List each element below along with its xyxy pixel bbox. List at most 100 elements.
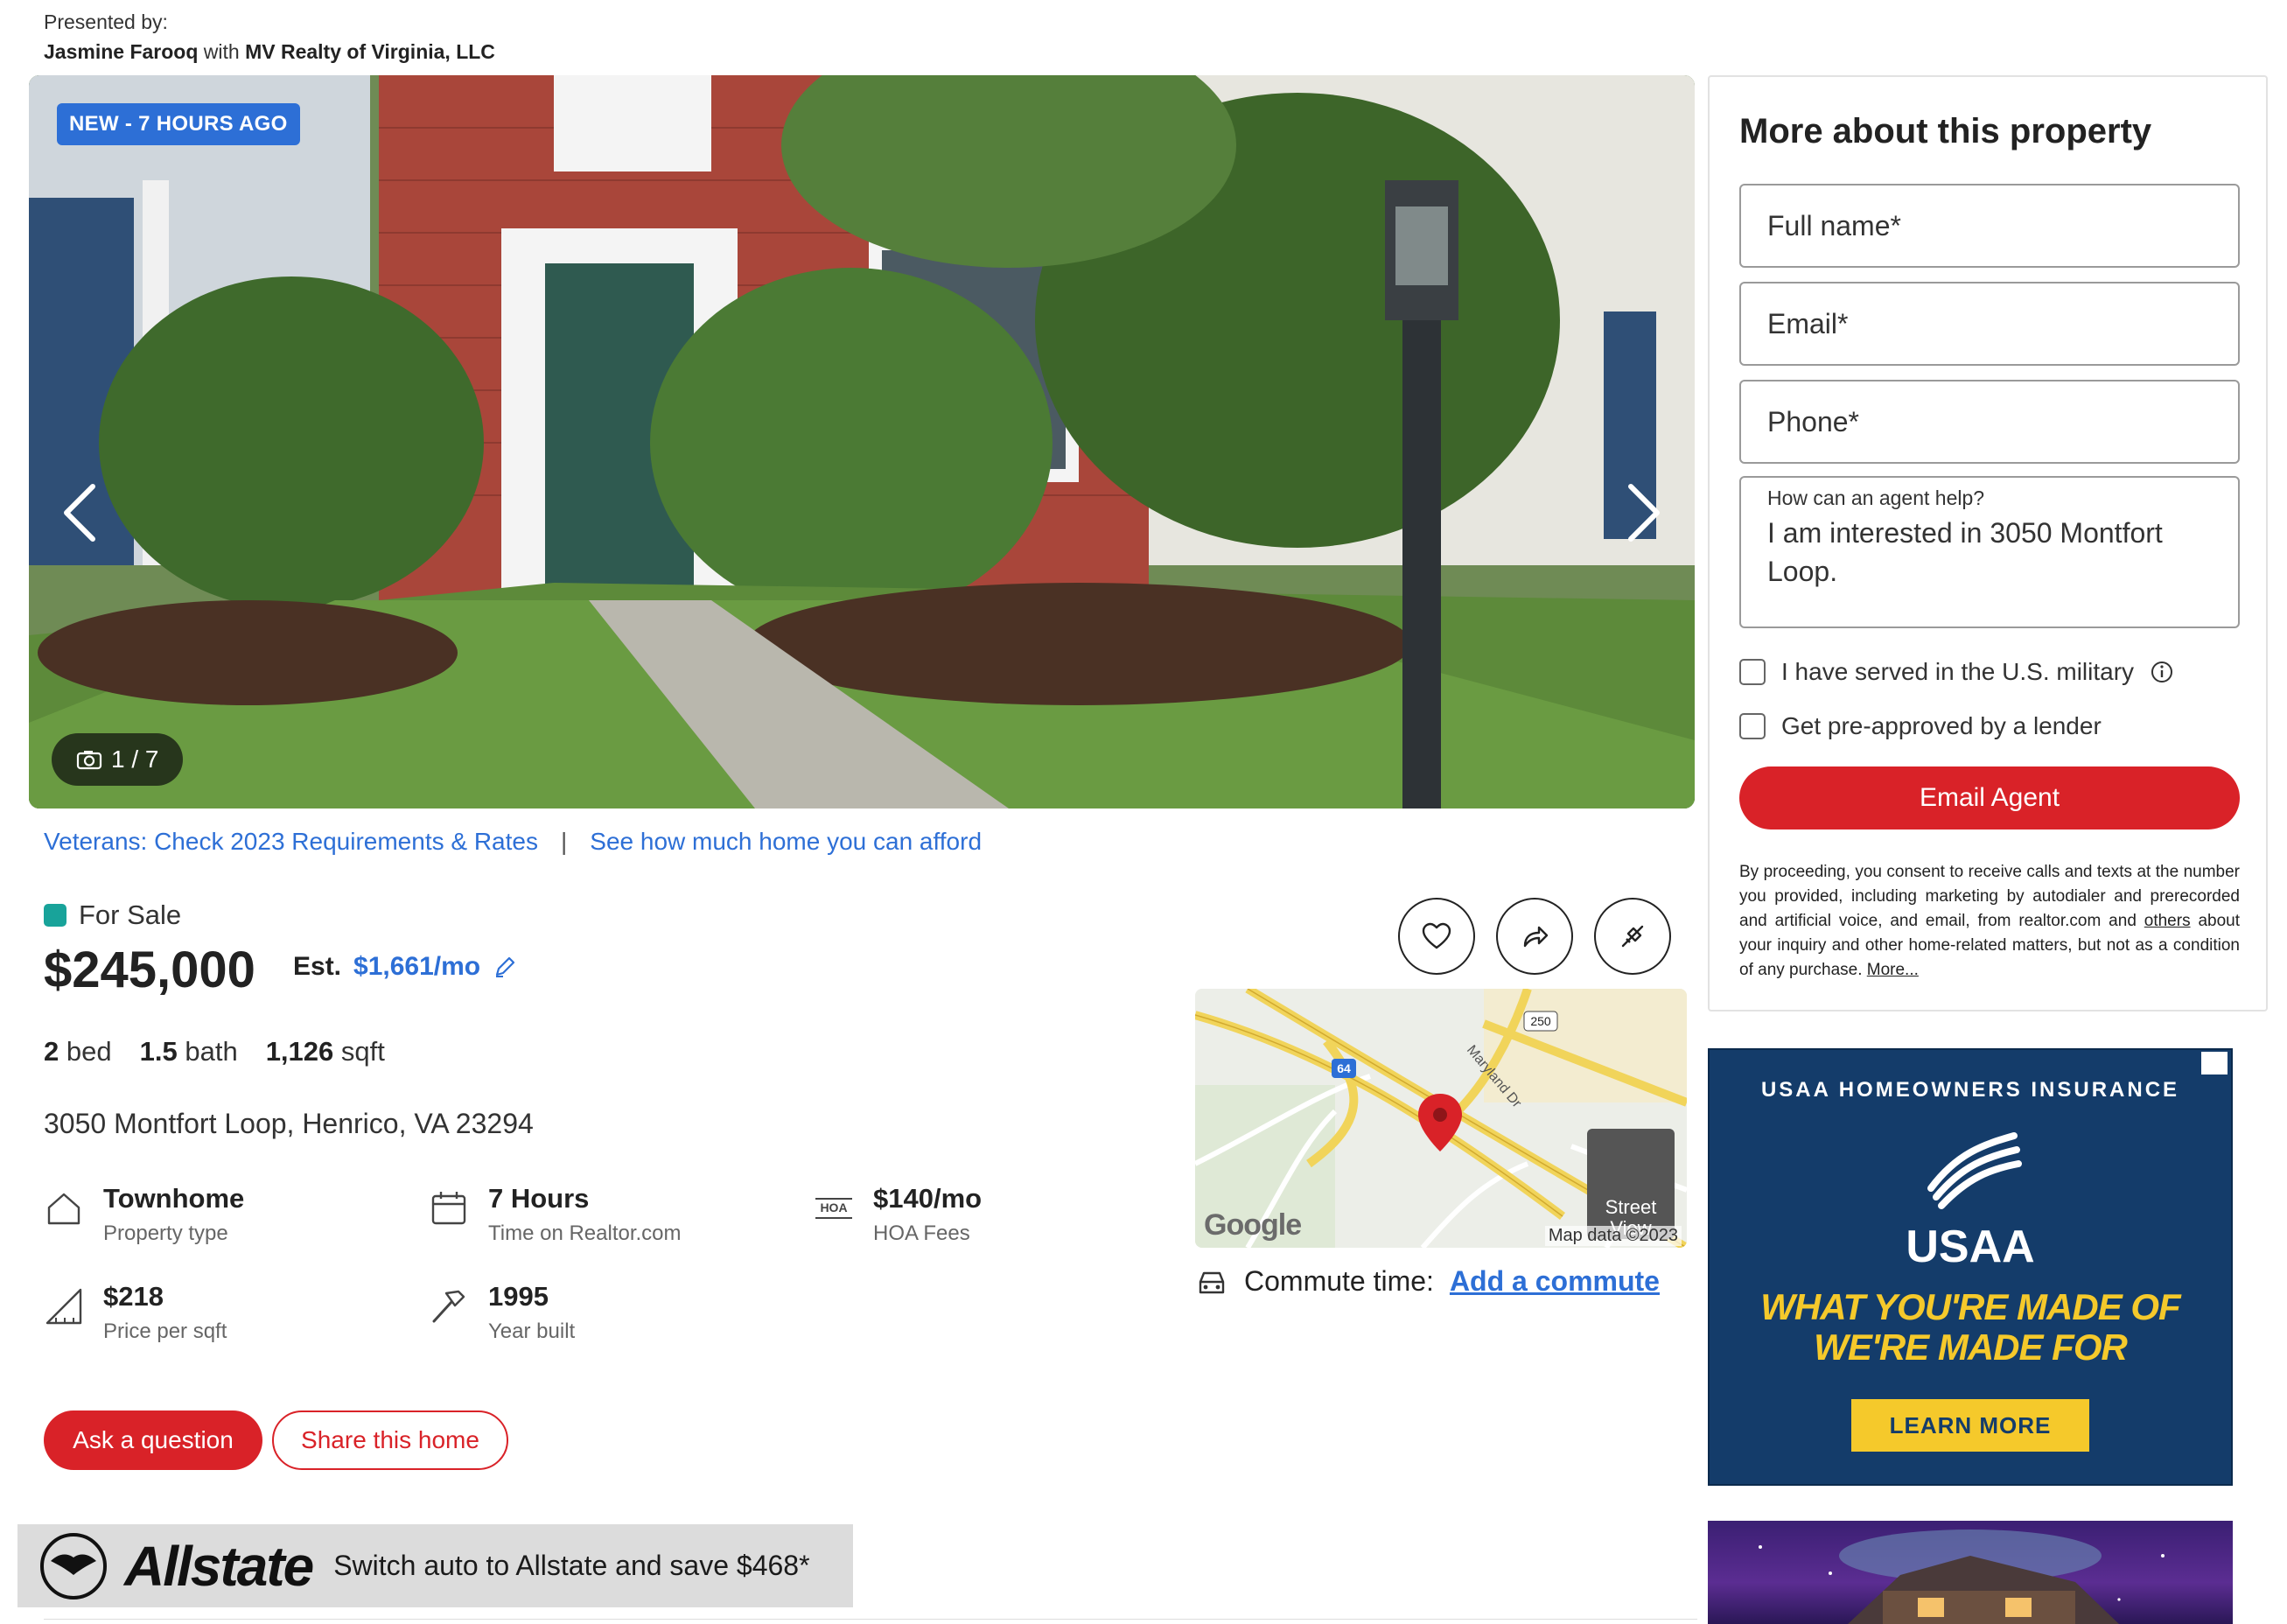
preapproval-checkbox-row[interactable]: Get pre-approved by a lender <box>1739 712 2102 740</box>
pencil-icon[interactable] <box>493 955 517 979</box>
ask-question-button[interactable]: Ask a question <box>44 1410 262 1470</box>
promo-links: Veterans: Check 2023 Requirements & Rate… <box>44 828 982 856</box>
hoa-icon-text: HOA <box>820 1200 847 1214</box>
divider <box>44 1619 1697 1620</box>
chevron-left-icon <box>64 484 95 542</box>
message-field[interactable]: How can an agent help? I am interested i… <box>1739 476 2240 628</box>
fact-value: $140/mo <box>873 1183 983 1214</box>
calendar-icon <box>431 1192 466 1225</box>
property-meta: 2 bed 1.5 bath 1,126 sqft <box>44 1036 385 1068</box>
email-field[interactable]: Email* <box>1739 282 2240 366</box>
fact-value: Townhome <box>103 1183 245 1214</box>
fact-time-on-site: 7 Hours Time on Realtor.com <box>429 1183 682 1246</box>
preapproval-checkbox[interactable] <box>1739 713 1766 739</box>
beds-value: 2 <box>44 1036 59 1067</box>
share-button[interactable] <box>1496 898 1573 975</box>
usaa-eagle-icon <box>1927 1132 2022 1209</box>
preapproval-label: Get pre-approved by a lender <box>1781 712 2102 739</box>
military-checkbox-row[interactable]: I have served in the U.S. military <box>1739 658 2174 686</box>
fact-property-type: Townhome Property type <box>44 1183 244 1246</box>
phone-field[interactable]: Phone* <box>1739 380 2240 464</box>
usaa-tagline-2: WE'RE MADE FOR <box>1814 1326 2128 1368</box>
presented-by: Presented by: Jasmine Farooq with MV Rea… <box>44 7 495 66</box>
next-photo-button[interactable] <box>1614 473 1675 552</box>
house-promo-ad[interactable] <box>1708 1521 2233 1624</box>
estimated-payment: Est. $1,661/mo <box>293 952 517 982</box>
listing-address: 3050 Montfort Loop, Henrico, VA 23294 <box>44 1108 534 1139</box>
fact-label: Year built <box>488 1320 576 1343</box>
usaa-brand: USAA <box>1906 1222 2035 1272</box>
beds: 2 bed <box>44 1036 112 1068</box>
sqft: 1,126 sqft <box>266 1036 385 1068</box>
usaa-ad[interactable]: USAA HOMEOWNERS INSURANCE USAA WHAT YOU'… <box>1708 1048 2233 1486</box>
route-shield: 250 <box>1530 1014 1551 1028</box>
agent-name: Jasmine Farooq <box>44 40 199 63</box>
baths-value: 1.5 <box>139 1036 178 1067</box>
previous-photo-button[interactable] <box>48 473 109 552</box>
fact-value: 1995 <box>488 1281 549 1312</box>
veterans-link[interactable]: Veterans: Check 2023 Requirements & Rate… <box>44 828 538 856</box>
photo-counter[interactable]: 1 / 7 <box>52 733 184 786</box>
share-home-button[interactable]: Share this home <box>272 1410 508 1470</box>
fact-year-built: 1995 Year built <box>429 1281 575 1344</box>
property-facts: Townhome Property type 7 Hours Time on Rea… <box>44 1183 1181 1358</box>
monthly-payment-link[interactable]: $1,661/mo <box>353 952 480 982</box>
ruler-icon <box>45 1288 82 1325</box>
usaa-learn-more-button[interactable]: LEARN MORE <box>1851 1399 2089 1452</box>
allstate-wordmark: Allstate <box>124 1534 314 1598</box>
link-separator: | <box>560 828 568 855</box>
allstate-ad[interactable]: Allstate Switch auto to Allstate and sav… <box>17 1524 853 1607</box>
chevron-right-icon <box>1628 484 1660 542</box>
fact-label: Time on Realtor.com <box>488 1222 682 1245</box>
status-text: For Sale <box>79 900 182 930</box>
house-illustration <box>1759 1530 2165 1624</box>
car-icon <box>1199 1271 1225 1293</box>
hoa-icon: HOA <box>815 1198 852 1219</box>
usaa-headline: USAA HOMEOWNERS INSURANCE <box>1760 1078 2180 1102</box>
save-favorite-button[interactable] <box>1398 898 1475 975</box>
camera-icon <box>76 751 102 770</box>
email-agent-button[interactable]: Email Agent <box>1739 766 2240 830</box>
consent-text: By proceeding, you consent to receive ca… <box>1739 860 2240 983</box>
photo-counter-text: 1 / 7 <box>111 746 159 773</box>
afford-link[interactable]: See how much home you can afford <box>590 828 982 856</box>
street-view-button[interactable]: Street View <box>1587 1129 1675 1239</box>
fact-label: HOA Fees <box>873 1222 970 1245</box>
fact-price-per-sqft: $218 Price per sqft <box>44 1281 227 1344</box>
fact-value: $218 <box>103 1281 164 1312</box>
heart-icon <box>1422 922 1451 949</box>
hammer-icon <box>432 1290 465 1323</box>
allstate-logo: Allstate <box>31 1531 314 1601</box>
listing-photo[interactable] <box>29 75 1695 808</box>
brokerage-name: MV Realty of Virginia, LLC <box>245 40 495 63</box>
message-text: I am interested in 3050 Montfort Loop. <box>1767 517 2163 587</box>
hide-listing-button[interactable] <box>1594 898 1671 975</box>
interstate-shield: 64 <box>1337 1061 1351 1075</box>
commute-row: Commute time: Add a commute <box>1195 1265 1660 1298</box>
fact-label: Property type <box>103 1222 228 1245</box>
beds-label: bed <box>66 1036 112 1067</box>
fact-hoa: HOA $140/mo HOA Fees <box>814 1183 982 1246</box>
photo-gallery[interactable]: NEW - 7 HOURS AGO 1 / 7 <box>29 75 1695 808</box>
consent-others-link[interactable]: others <box>2144 912 2191 930</box>
message-label: How can an agent help? <box>1767 486 1985 509</box>
baths-label: bath <box>185 1036 238 1067</box>
map-data-attribution[interactable]: Map data ©2023 <box>1544 1226 1682 1246</box>
add-commute-link[interactable]: Add a commute <box>1450 1265 1660 1298</box>
contact-agent-form: More about this property Full name* Emai… <box>1708 75 2268 1012</box>
presented-label: Presented by: <box>44 10 168 33</box>
share-arrow-icon <box>1523 926 1549 948</box>
military-label: I have served in the U.S. military <box>1781 658 2135 685</box>
info-icon[interactable] <box>2150 660 2174 684</box>
house-icon <box>47 1193 80 1225</box>
military-checkbox[interactable] <box>1739 659 1766 685</box>
adchoices-icon[interactable] <box>2201 1052 2228 1074</box>
fact-value: 7 Hours <box>488 1183 590 1214</box>
eye-slash-icon <box>1621 925 1644 948</box>
location-map[interactable]: 64 250 Maryland Dr Street View Google Ma… <box>1195 989 1687 1248</box>
allstate-hands-icon <box>40 1532 107 1600</box>
full-name-field[interactable]: Full name* <box>1739 184 2240 268</box>
consent-more-link[interactable]: More... <box>1867 961 1919 979</box>
listing-price: $245,000 <box>44 942 255 998</box>
allstate-message: Switch auto to Allstate and save $468* <box>333 1550 810 1581</box>
